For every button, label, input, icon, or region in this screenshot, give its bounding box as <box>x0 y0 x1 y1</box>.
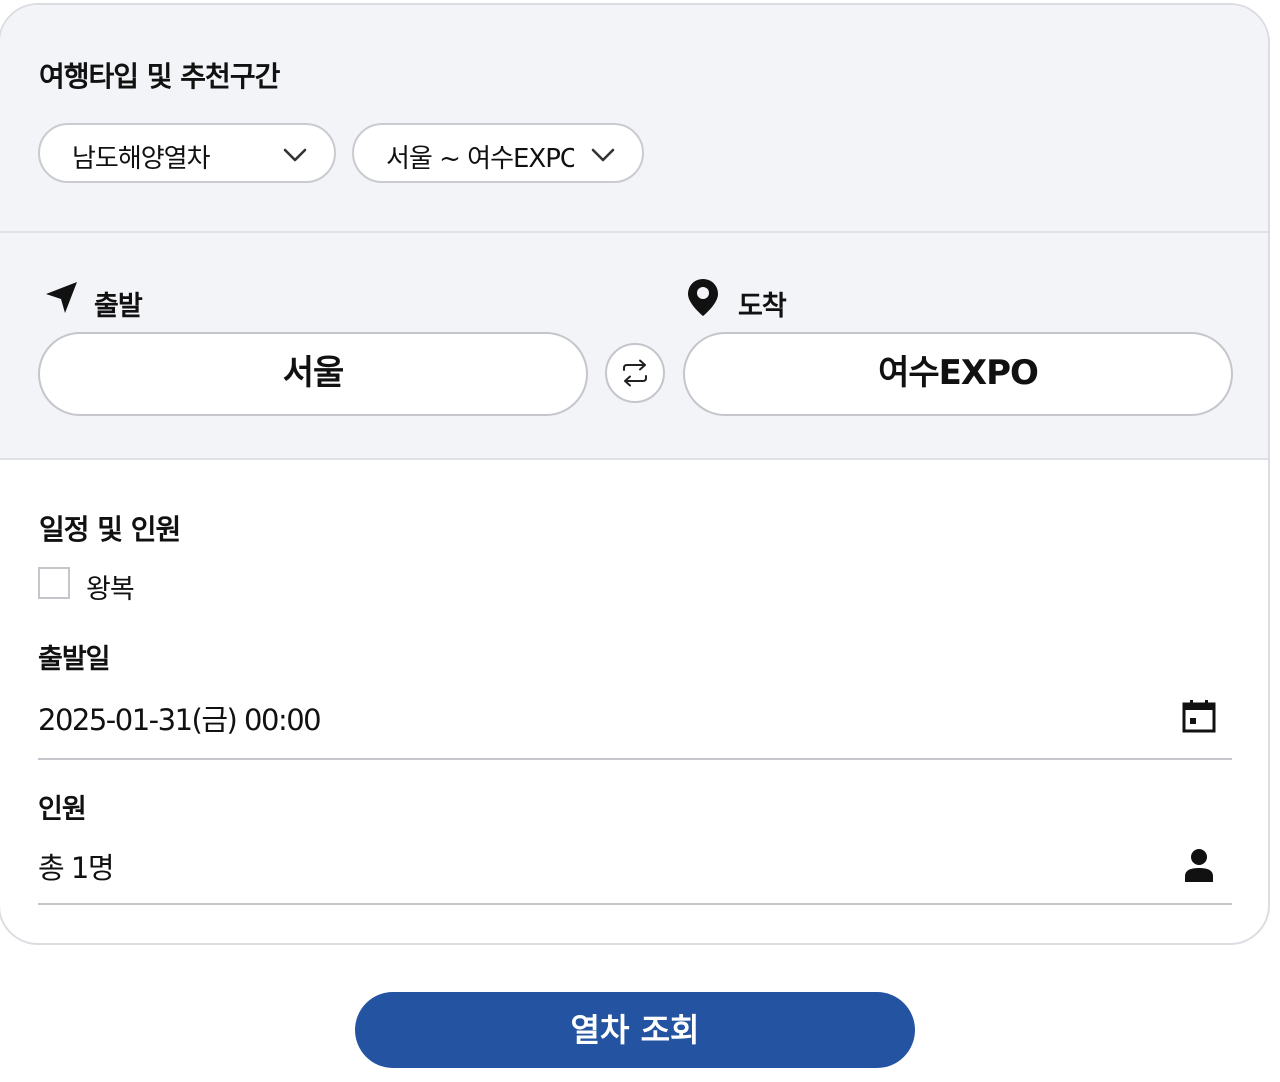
departure-date-value[interactable]: 2025-01-31(금) 00:00 <box>38 697 322 739</box>
search-trains-button[interactable]: 열차 조회 <box>355 992 915 1068</box>
arrival-label: 도착 <box>738 291 787 322</box>
route-select[interactable]: 서울 ~ 여수EXPO <box>352 123 644 183</box>
travel-type-section: 여행타입 및 추천구간 남도해양열차 서울 ~ 여수EXPO <box>0 5 1268 233</box>
departure-date-underline <box>38 758 1232 760</box>
passengers-underline <box>38 903 1232 905</box>
chevron-down-icon <box>283 148 307 162</box>
round-trip-label[interactable]: 왕복 <box>86 567 135 606</box>
round-trip-checkbox[interactable] <box>38 567 70 599</box>
travel-type-select-value: 남도해양열차 <box>72 144 210 174</box>
person-icon[interactable] <box>1182 847 1216 883</box>
calendar-icon[interactable] <box>1182 699 1216 733</box>
travel-type-select[interactable]: 남도해양열차 <box>38 123 336 183</box>
swap-stations-button[interactable] <box>605 343 665 403</box>
passengers-label: 인원 <box>38 794 87 825</box>
travel-type-title: 여행타입 및 추천구간 <box>39 60 280 93</box>
chevron-down-icon <box>591 148 615 162</box>
passengers-value[interactable]: 총 1명 <box>38 845 115 887</box>
departure-station-button[interactable]: 서울 <box>38 332 588 416</box>
arrival-station-button[interactable]: 여수EXPO <box>683 332 1233 416</box>
departure-date-label: 출발일 <box>38 644 111 675</box>
swap-arrows-icon <box>623 359 647 387</box>
departure-label: 출발 <box>94 291 143 322</box>
search-form-card: 여행타입 및 추천구간 남도해양열차 서울 ~ 여수EXPO 출발 도착 서울 … <box>0 3 1270 945</box>
navigation-arrow-icon <box>46 282 77 313</box>
schedule-title: 일정 및 인원 <box>39 513 181 546</box>
map-pin-icon <box>688 279 718 316</box>
route-select-value: 서울 ~ 여수EXPO <box>386 144 574 174</box>
route-section: 출발 도착 서울 여수EXPO <box>0 233 1268 460</box>
